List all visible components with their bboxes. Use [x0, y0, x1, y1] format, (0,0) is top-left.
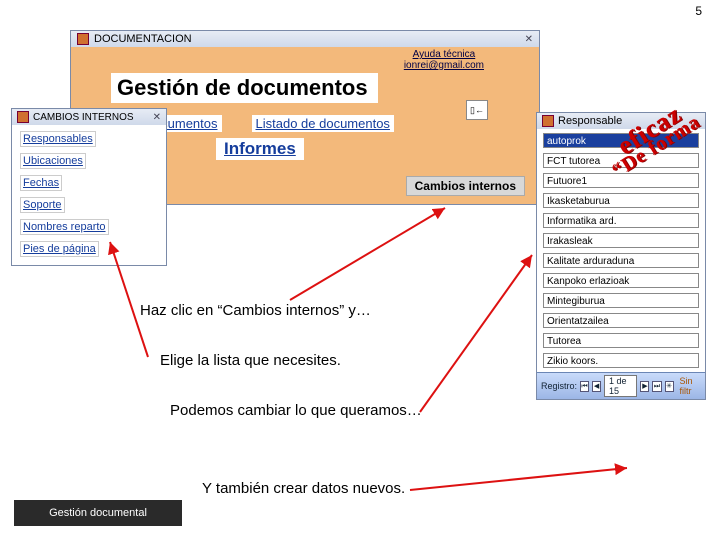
ayuda-tecnica-link[interactable]: Ayuda técnica ionrei@gmail.com	[404, 49, 484, 71]
ayuda-line1: Ayuda técnica	[413, 49, 476, 60]
page-number: 5	[695, 4, 702, 18]
sidebar-item-soporte[interactable]: Soporte	[20, 197, 65, 213]
cambios-internos-window: CAMBIOS INTERNOS ✕ Responsables Ubicacio…	[11, 108, 167, 266]
nav-prev-icon[interactable]: ◀	[592, 381, 601, 392]
informes-link[interactable]: Informes	[216, 138, 304, 160]
nav-next-icon[interactable]: ▶	[640, 381, 649, 392]
heading-box: Gestión de documentos	[111, 73, 378, 103]
resp-field-7[interactable]: Kanpoko erlazioak	[543, 273, 699, 288]
listado-documentos-link[interactable]: Listado de documentos	[252, 115, 394, 132]
resp-field-8[interactable]: Mintegiburua	[543, 293, 699, 308]
resp-field-2[interactable]: Futuore1	[543, 173, 699, 188]
resp-field-11[interactable]: Zikio koors.	[543, 353, 699, 368]
sidebar-item-nombres-reparto[interactable]: Nombres reparto	[20, 219, 109, 235]
close-icon[interactable]: ✕	[525, 34, 533, 45]
documentacion-titlebar: DOCUMENTACION ✕	[71, 31, 539, 47]
cambios-titlebar: CAMBIOS INTERNOS ✕	[12, 109, 166, 125]
nav-last-icon[interactable]: ⏭	[652, 381, 661, 392]
close-icon[interactable]: ✕	[153, 112, 161, 123]
sidebar-item-fechas[interactable]: Fechas	[20, 175, 62, 191]
nav-label: Registro:	[541, 381, 577, 391]
ayuda-line2: ionrei@gmail.com	[404, 60, 484, 71]
instruction-4: Y también crear datos nuevos.	[202, 480, 405, 497]
record-navbar: Registro: ⏮ ◀ 1 de 15 ▶ ⏭ ✳ Sin filtr	[537, 372, 705, 399]
cambios-internos-button[interactable]: Cambios internos	[406, 176, 525, 196]
nav-new-icon[interactable]: ✳	[665, 381, 674, 392]
sidebar-item-pies-pagina[interactable]: Pies de página	[20, 241, 99, 257]
responsable-title: Responsable	[558, 115, 622, 127]
resp-field-1[interactable]: FCT tutorea	[543, 153, 699, 168]
heading: Gestión de documentos	[117, 75, 368, 101]
form-icon	[17, 111, 29, 123]
cambios-title: CAMBIOS INTERNOS	[33, 112, 134, 123]
instruction-3: Podemos cambiar lo que queramos…	[170, 402, 422, 419]
resp-field-0[interactable]: autoprok	[543, 133, 699, 148]
resp-field-10[interactable]: Tutorea	[543, 333, 699, 348]
responsable-titlebar: Responsable	[537, 113, 705, 129]
sidebar-item-ubicaciones[interactable]: Ubicaciones	[20, 153, 86, 169]
footer-label: Gestión documental	[14, 500, 182, 526]
row-informes: Informes	[216, 138, 529, 160]
sidebar-item-responsables[interactable]: Responsables	[20, 131, 96, 147]
resp-field-6[interactable]: Kalitate arduraduna	[543, 253, 699, 268]
instruction-2: Elige la lista que necesites.	[160, 352, 341, 369]
responsable-body: autoprok FCT tutorea Futuore1 Ikasketabu…	[537, 129, 705, 372]
form-icon	[542, 115, 554, 127]
instruction-1: Haz clic en “Cambios internos” y…	[140, 302, 371, 319]
responsable-window: Responsable autoprok FCT tutorea Futuore…	[536, 112, 706, 400]
resp-field-3[interactable]: Ikasketaburua	[543, 193, 699, 208]
nav-first-icon[interactable]: ⏮	[580, 381, 589, 392]
exit-button[interactable]: ▯←	[466, 100, 488, 120]
nav-filter: Sin filtr	[680, 376, 701, 396]
form-icon	[77, 33, 89, 45]
resp-field-5[interactable]: Irakasleak	[543, 233, 699, 248]
documentacion-title: DOCUMENTACION	[94, 33, 192, 45]
nav-position: 1 de 15	[604, 375, 637, 397]
resp-field-4[interactable]: Informatika ard.	[543, 213, 699, 228]
cambios-body: Responsables Ubicaciones Fechas Soporte …	[12, 125, 166, 265]
resp-field-9[interactable]: Orientatzailea	[543, 313, 699, 328]
